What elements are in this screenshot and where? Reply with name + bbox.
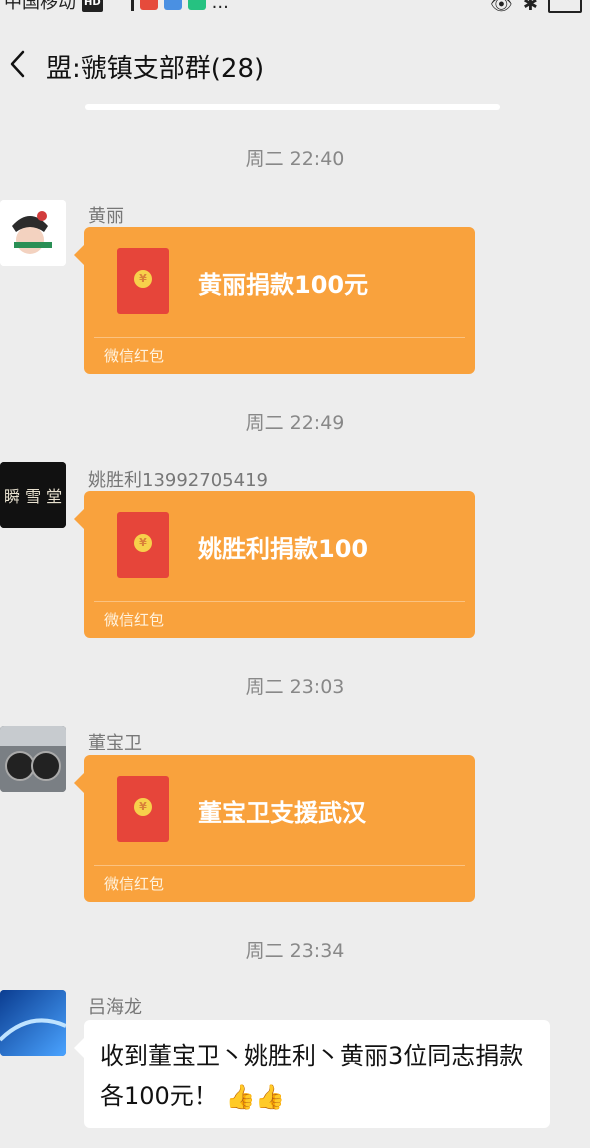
- packet-divider: [94, 601, 465, 602]
- back-chevron-icon[interactable]: [6, 46, 30, 82]
- message-timestamp: 周二 23:03: [245, 676, 345, 698]
- svg-text:瞬 雪 堂: 瞬 雪 堂: [4, 487, 62, 506]
- status-right: 👁 ✱: [490, 0, 582, 14]
- carrier-label: 中国移动: [4, 0, 76, 13]
- red-packet-label: 微信红包: [104, 611, 165, 629]
- hd-badge: HD: [82, 0, 103, 12]
- sender-name: 姚胜利13992705419: [88, 470, 268, 491]
- divider-line: [85, 104, 500, 110]
- red-packet-title: 黄丽捐款100元: [198, 271, 369, 299]
- status-bar: 中国移动 HD ... 👁 ✱: [0, 0, 590, 18]
- text-message-bubble[interactable]: 收到董宝卫丶姚胜利丶黄丽3位同志捐款各100元！ 👍👍: [74, 1020, 550, 1128]
- avatar[interactable]: [0, 726, 66, 792]
- packet-divider: [94, 865, 465, 866]
- packet-divider: [94, 337, 465, 338]
- avatar[interactable]: 瞬 雪 堂: [0, 462, 66, 528]
- red-envelope-icon: ¥: [117, 248, 169, 314]
- thumbs-up-icon: 👍👍: [225, 1083, 286, 1111]
- sender-name: 董宝卫: [88, 733, 142, 754]
- girl-avatar-icon: [0, 200, 66, 266]
- avatar[interactable]: [0, 200, 66, 266]
- battery-icon: [548, 0, 582, 13]
- red-envelope-icon: ¥: [117, 776, 169, 842]
- message-timestamp: 周二 23:34: [245, 940, 345, 962]
- red-packet-title: 董宝卫支援武汉: [198, 799, 366, 827]
- image-notification-icon: [163, 0, 182, 10]
- red-packet-message[interactable]: ¥ 姚胜利捐款100 微信红包: [74, 491, 475, 638]
- bluetooth-icon: ✱: [522, 0, 538, 15]
- red-envelope-icon: ¥: [117, 512, 169, 578]
- chat-title: 盟:虢镇支部群(28): [46, 54, 265, 84]
- play-store-icon: [187, 0, 206, 10]
- red-packet-message[interactable]: ¥ 董宝卫支援武汉 微信红包: [74, 755, 475, 902]
- signal-icon: [109, 0, 134, 11]
- red-packet-title: 姚胜利捐款100: [198, 535, 369, 563]
- blue-wallpaper-avatar-icon: [0, 990, 66, 1056]
- avatar[interactable]: [0, 990, 66, 1056]
- message-timestamp: 周二 22:40: [245, 148, 345, 170]
- calligraphy-avatar-icon: 瞬 雪 堂: [0, 462, 66, 528]
- sender-name: 吕海龙: [88, 997, 142, 1018]
- message-timestamp: 周二 22:49: [245, 412, 345, 434]
- status-left: 中国移动 HD ...: [4, 0, 229, 12]
- red-packet-message[interactable]: ¥ 黄丽捐款100元 微信红包: [74, 227, 475, 374]
- app-notification-icon: [139, 0, 158, 10]
- message-text: 收到董宝卫丶姚胜利丶黄丽3位同志捐款各100元！ 👍👍: [100, 1036, 534, 1117]
- red-packet-label: 微信红包: [104, 347, 165, 365]
- chat-header: 盟:虢镇支部群(28): [0, 40, 590, 90]
- more-notifications: ...: [211, 0, 229, 13]
- message-body: 收到董宝卫丶姚胜利丶黄丽3位同志捐款各100元！: [100, 1042, 524, 1110]
- red-packet-label: 微信红包: [104, 875, 165, 893]
- sender-name: 黄丽: [88, 206, 124, 227]
- eye-icon: 👁: [490, 0, 513, 15]
- dashboard-avatar-icon: [0, 726, 66, 792]
